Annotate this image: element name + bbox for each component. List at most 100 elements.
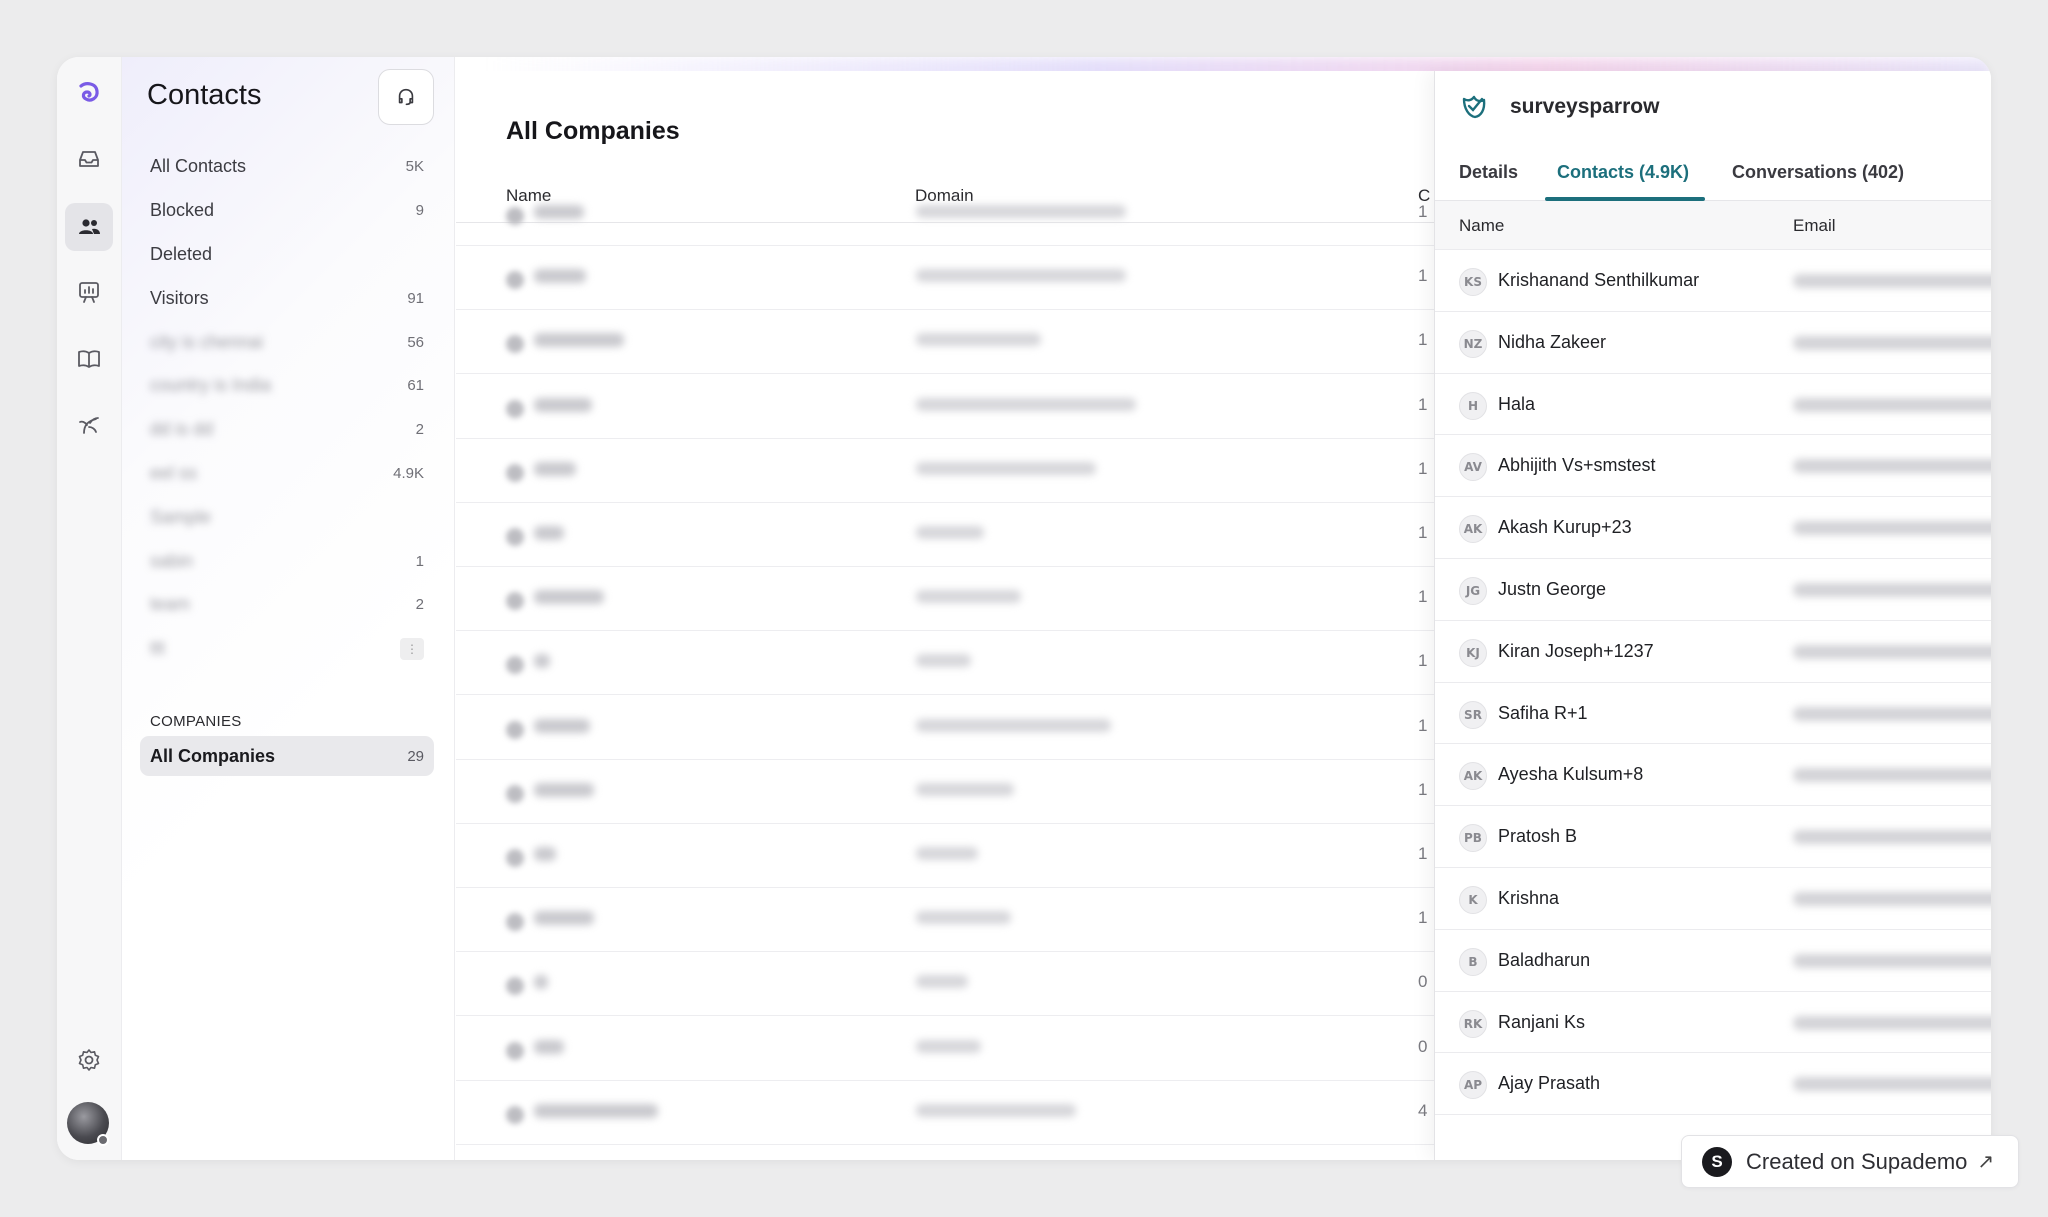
contact-row[interactable]: KJ Kiran Joseph+1237 <box>1435 621 1991 683</box>
automation-icon[interactable] <box>65 400 113 448</box>
sidebar-item-count: 2 <box>415 596 424 614</box>
sidebar-item[interactable]: eel ss 4.9K <box>140 452 434 496</box>
sidebar-item[interactable]: Deleted <box>140 233 434 277</box>
contact-email-redacted <box>1793 706 1991 721</box>
sidebar-item-count: 9 <box>415 202 424 220</box>
table-row[interactable]: 1 <box>456 439 1456 503</box>
avatar: AP <box>1459 1071 1487 1100</box>
sidebar-item[interactable]: sabin 1 <box>140 539 434 583</box>
table-row[interactable]: 1 <box>456 567 1456 632</box>
contact-email-redacted <box>1793 459 1991 474</box>
contact-name: Pratosh B <box>1498 826 1578 847</box>
table-row[interactable]: 1 <box>456 824 1456 888</box>
contact-email-redacted <box>1793 644 1991 659</box>
table-row[interactable]: 1 <box>456 246 1456 311</box>
contact-email-redacted <box>1793 583 1991 597</box>
badge-text: Created on Supademo <box>1746 1148 1968 1174</box>
contact-email-redacted <box>1793 830 1991 845</box>
company-domain-redacted <box>916 333 1041 347</box>
sidebar-item[interactable]: ttt ⋮ <box>140 627 434 671</box>
contact-row[interactable]: PB Pratosh B <box>1435 806 1991 868</box>
contact-row[interactable]: JG Justn George <box>1435 559 1991 621</box>
reports-icon[interactable] <box>65 268 113 316</box>
company-favicon-icon <box>506 271 524 290</box>
sidebar-item[interactable]: Visitors 91 <box>140 276 434 320</box>
contact-email-redacted <box>1793 397 1991 412</box>
contact-count: 1 <box>1418 202 1428 221</box>
company-detail-panel: surveysparrow × Details Contacts (4.9K) … <box>1434 71 1991 1160</box>
contact-count: 1 <box>1418 651 1428 671</box>
close-icon[interactable]: × <box>1983 89 1991 123</box>
inbox-icon[interactable] <box>65 135 113 183</box>
sidebar-item-all-companies[interactable]: All Companies 29 <box>140 736 434 776</box>
company-logo-icon <box>1462 95 1486 119</box>
column-header-name[interactable]: Name <box>1459 216 1504 236</box>
company-domain-redacted <box>916 397 1136 411</box>
tab-conversations[interactable]: Conversations (402) <box>1732 162 1904 183</box>
company-name-redacted <box>534 847 556 861</box>
company-domain-redacted <box>916 654 971 668</box>
contact-row[interactable]: AK Akash Kurup+23 <box>1435 497 1991 559</box>
icon-rail <box>57 57 122 1160</box>
table-row[interactable]: 4 <box>456 1081 1456 1145</box>
contact-row[interactable]: K Krishna <box>1435 868 1991 930</box>
table-row[interactable]: 1 <box>456 182 1456 246</box>
sidebar-item[interactable]: Blocked 9 <box>140 189 434 233</box>
column-header-email[interactable]: Email <box>1793 216 1836 236</box>
contact-row[interactable]: AP Ajay Prasath <box>1435 1053 1991 1116</box>
avatar: AK <box>1459 515 1487 544</box>
table-row[interactable]: 1 <box>456 760 1456 824</box>
contact-row[interactable]: AK Ayesha Kulsum+8 <box>1435 744 1991 807</box>
sidebar-item[interactable]: country is India 61 <box>140 364 434 408</box>
table-row[interactable]: 1 <box>456 631 1456 696</box>
table-row[interactable]: 1 <box>456 888 1456 953</box>
avatar: H <box>1459 391 1487 420</box>
knowledge-base-icon[interactable] <box>65 335 113 383</box>
table-row[interactable]: 0 <box>456 1017 1456 1081</box>
company-favicon-icon <box>506 528 524 546</box>
company-name-redacted <box>534 1103 658 1118</box>
contact-name: Nidha Zakeer <box>1498 331 1607 352</box>
contact-row[interactable]: B Baladharun <box>1435 930 1991 992</box>
contact-row[interactable]: AV Abhijith Vs+smstest <box>1435 435 1991 498</box>
contact-count: 1 <box>1418 587 1428 607</box>
table-row[interactable]: 1 <box>456 503 1456 567</box>
contact-name: Kiran Joseph+1237 <box>1498 640 1654 661</box>
brand-logo-icon[interactable] <box>65 69 113 117</box>
contact-row[interactable]: KS Krishanand Senthilkumar <box>1435 250 1991 312</box>
tab-details[interactable]: Details <box>1459 162 1518 183</box>
table-row[interactable]: 0 <box>456 952 1456 1017</box>
contact-count: 1 <box>1418 458 1428 478</box>
sidebar-item[interactable]: dd is dd 2 <box>140 408 434 452</box>
company-name-redacted <box>534 782 594 797</box>
table-row[interactable]: 1 <box>456 310 1456 375</box>
sidebar-item[interactable]: city is chennai 56 <box>140 320 434 364</box>
more-options-icon[interactable]: ⋮ <box>400 637 424 660</box>
table-row[interactable]: 1 <box>456 375 1456 439</box>
company-favicon-icon <box>506 463 524 482</box>
company-domain-redacted <box>916 205 1126 218</box>
sidebar-item[interactable]: All Contacts 5K <box>140 145 434 189</box>
contact-name: Abhijith Vs+smstest <box>1498 455 1656 476</box>
table-row[interactable]: 1 <box>456 696 1456 760</box>
sidebar-item[interactable]: team 2 <box>140 583 434 627</box>
company-domain-redacted <box>916 269 1126 283</box>
contact-row[interactable]: SR Safiha R+1 <box>1435 683 1991 745</box>
settings-icon[interactable] <box>65 1036 113 1084</box>
contact-row[interactable]: H Hala <box>1435 374 1991 436</box>
contact-row[interactable]: RK Ranjani Ks <box>1435 992 1991 1054</box>
contact-row[interactable]: NZ Nidha Zakeer <box>1435 312 1991 374</box>
sidebar-list: All Contacts 5K Blocked 9 Deleted Visitors 91 c… <box>140 145 434 671</box>
company-domain-redacted <box>916 461 1096 475</box>
contacts-icon[interactable] <box>65 203 113 251</box>
contact-name: Baladharun <box>1498 949 1591 970</box>
tab-contacts[interactable]: Contacts (4.9K) <box>1557 162 1689 183</box>
avatar: B <box>1459 947 1487 976</box>
company-domain-redacted <box>916 526 984 539</box>
support-button[interactable] <box>378 69 434 125</box>
company-domain-redacted <box>916 975 968 989</box>
supademo-badge[interactable]: S Created on Supademo ↗ <box>1681 1135 2019 1188</box>
contacts-sidebar: Contacts All Contacts 5K Blocked 9 Deleted Vi… <box>122 57 455 1160</box>
company-name-redacted <box>534 590 604 605</box>
sidebar-item[interactable]: Sample <box>140 495 434 539</box>
